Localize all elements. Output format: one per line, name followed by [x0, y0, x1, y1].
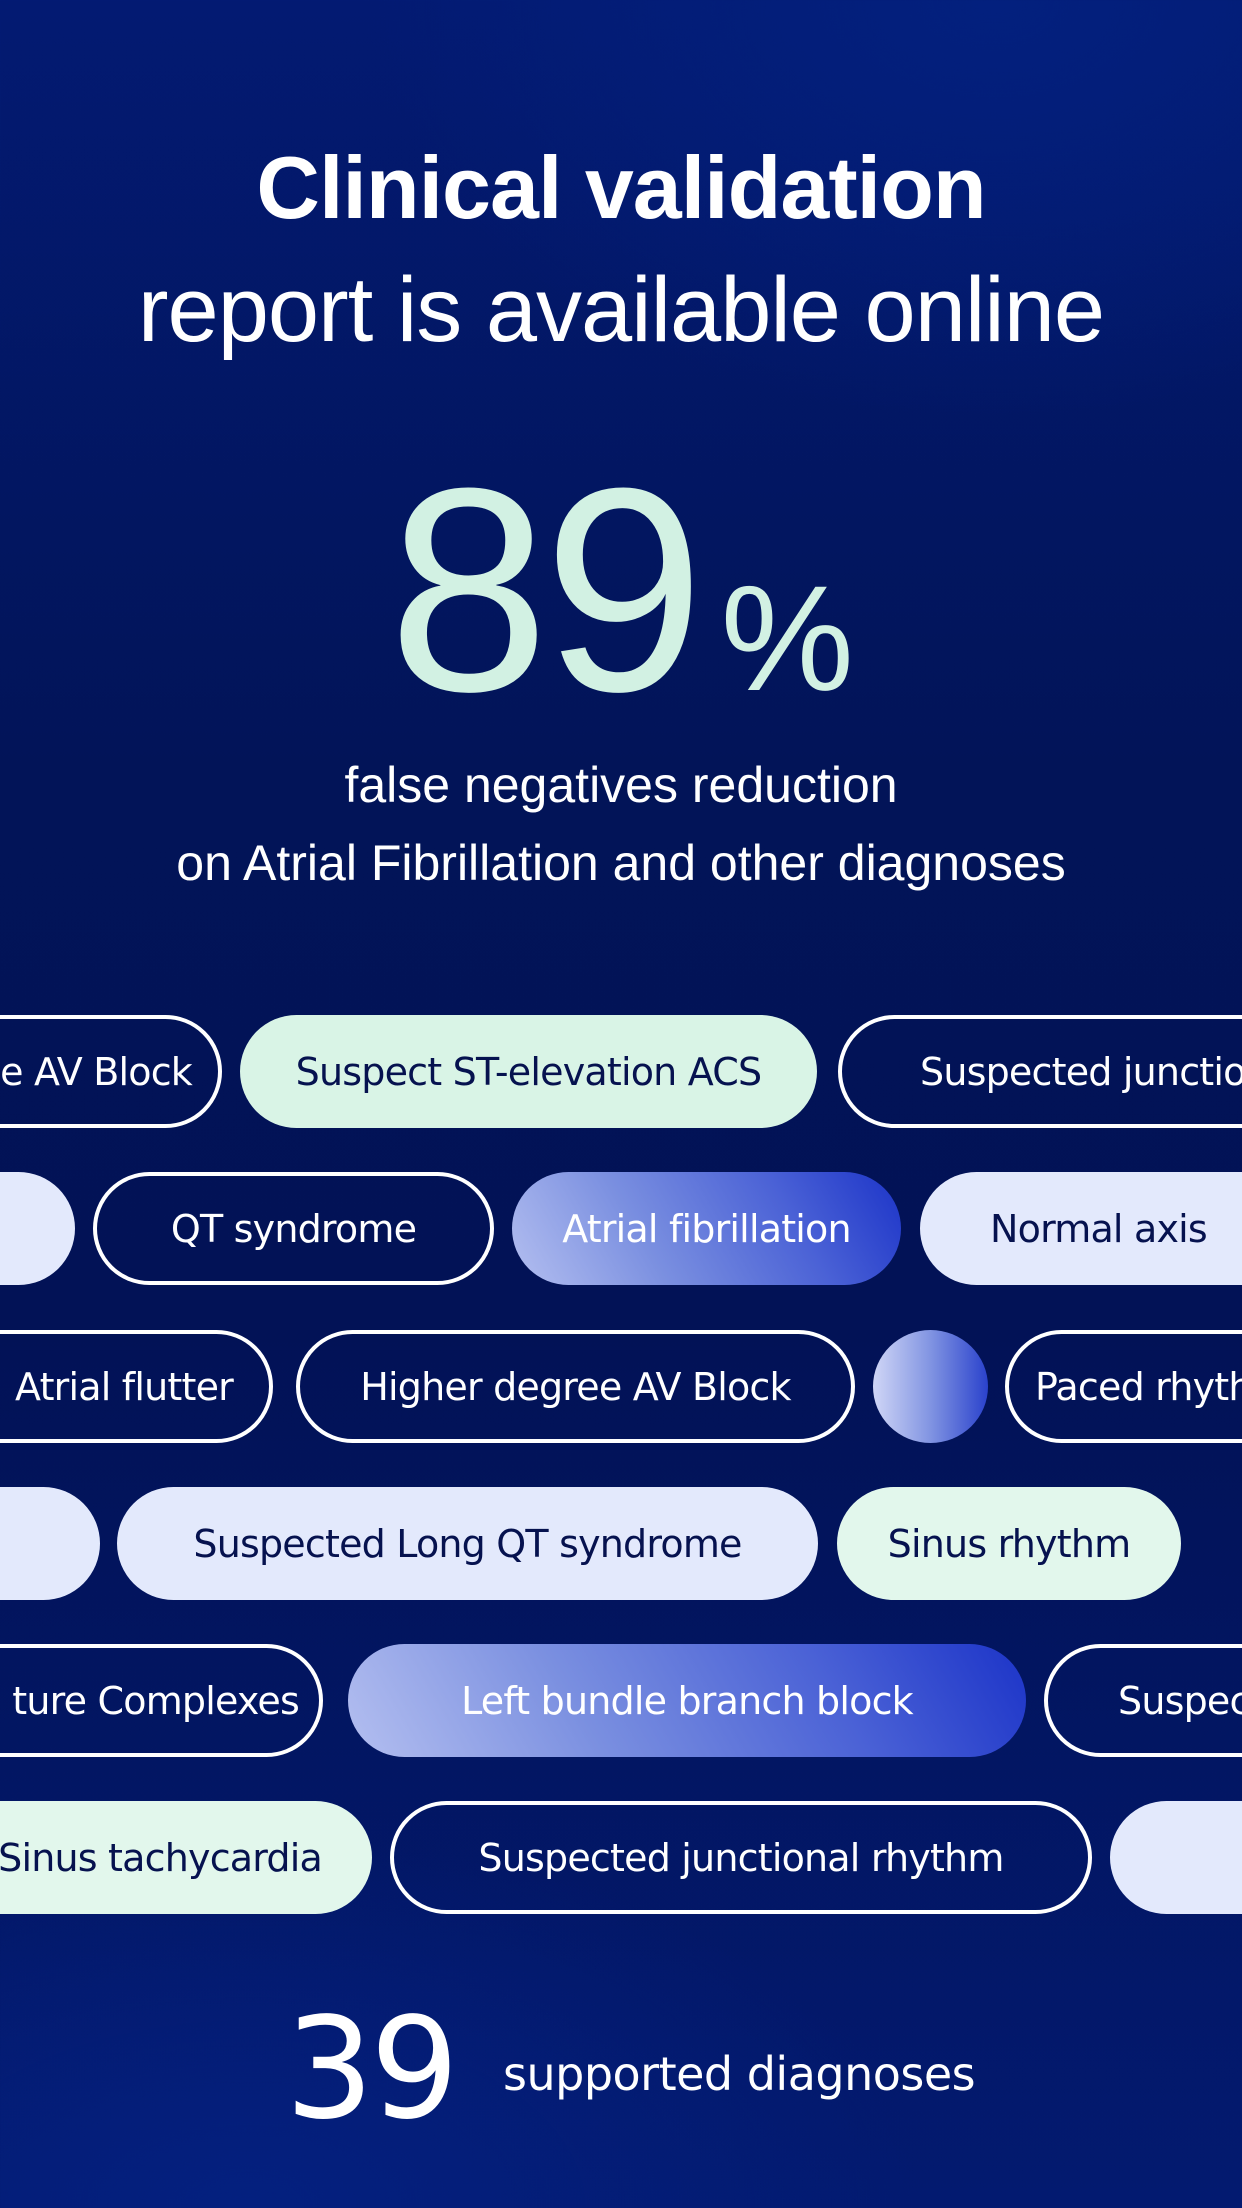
diagnosis-pill: Suspec: [1044, 1644, 1242, 1757]
diagnosis-pill: Suspected junctio: [838, 1015, 1242, 1128]
pill-label: Normal axis: [990, 1206, 1208, 1251]
diagnosis-pill: Paced rhyth: [1005, 1330, 1242, 1443]
pill-label: Atrial flutter: [15, 1364, 234, 1409]
pill-label: Atrial fibrillation: [562, 1206, 851, 1251]
pill-label: Left bundle branch block: [461, 1678, 914, 1723]
stat-block: 89%: [0, 440, 1242, 740]
diagnosis-pill: Atrial fibrillation: [512, 1172, 901, 1285]
diagnoses-label: supported diagnoses: [503, 2047, 976, 2101]
diagnosis-pill: Sinus tachycardia: [0, 1801, 372, 1914]
pill-label: Suspected Long QT syndrome: [193, 1521, 742, 1566]
diagnosis-pill: Suspected junctional rhythm: [390, 1801, 1092, 1914]
stat-description-line2: on Atrial Fibrillation and other diagnos…: [176, 835, 1066, 891]
headline-bold: Clinical validation: [256, 138, 986, 237]
pill-label: Higher degree AV Block: [360, 1364, 791, 1409]
pill-label: Sinus rhythm: [887, 1521, 1131, 1566]
diagnosis-pill-dot: [873, 1330, 988, 1443]
diagnosis-pill: Suspect ST-elevation ACS: [240, 1015, 817, 1128]
headline-light: report is available online: [137, 259, 1105, 361]
diagnosis-pill: Sinus rhythm: [837, 1487, 1181, 1600]
stat-description-line1: false negatives reduction: [344, 757, 898, 813]
pill-label: e AV Block: [0, 1049, 193, 1094]
pill-label: Sinus tachycardia: [0, 1835, 323, 1880]
pill-label: Suspec: [1118, 1678, 1242, 1723]
pill-label: Suspected junctional rhythm: [478, 1835, 1004, 1880]
pill-label: ture Complexes: [12, 1678, 300, 1723]
diagnoses-count: 39: [285, 1988, 459, 2151]
diagnosis-pill: Normal axis: [920, 1172, 1242, 1285]
pill-label: Paced rhyth: [1035, 1364, 1242, 1409]
diagnosis-pill: ture Complexes: [0, 1644, 323, 1757]
diagnosis-pill: Left bundle branch block: [348, 1644, 1026, 1757]
diagnosis-pill: e AV Block: [0, 1015, 222, 1128]
pill-label: QT syndrome: [170, 1206, 417, 1251]
diagnosis-pill: Atrial flutter: [0, 1330, 273, 1443]
diagnosis-pill: [1110, 1801, 1242, 1914]
pill-label: Suspected junctio: [920, 1049, 1242, 1094]
diagnosis-pill: Suspected Long QT syndrome: [117, 1487, 818, 1600]
diagnosis-pill: QT syndrome: [93, 1172, 494, 1285]
diagnosis-pill: Higher degree AV Block: [296, 1330, 855, 1443]
stat-unit: %: [720, 554, 854, 722]
stat-value: 89: [388, 428, 705, 752]
diagnosis-pill: [0, 1172, 75, 1285]
diagnosis-pill: [0, 1487, 100, 1600]
pill-label: Suspect ST-elevation ACS: [295, 1049, 762, 1094]
